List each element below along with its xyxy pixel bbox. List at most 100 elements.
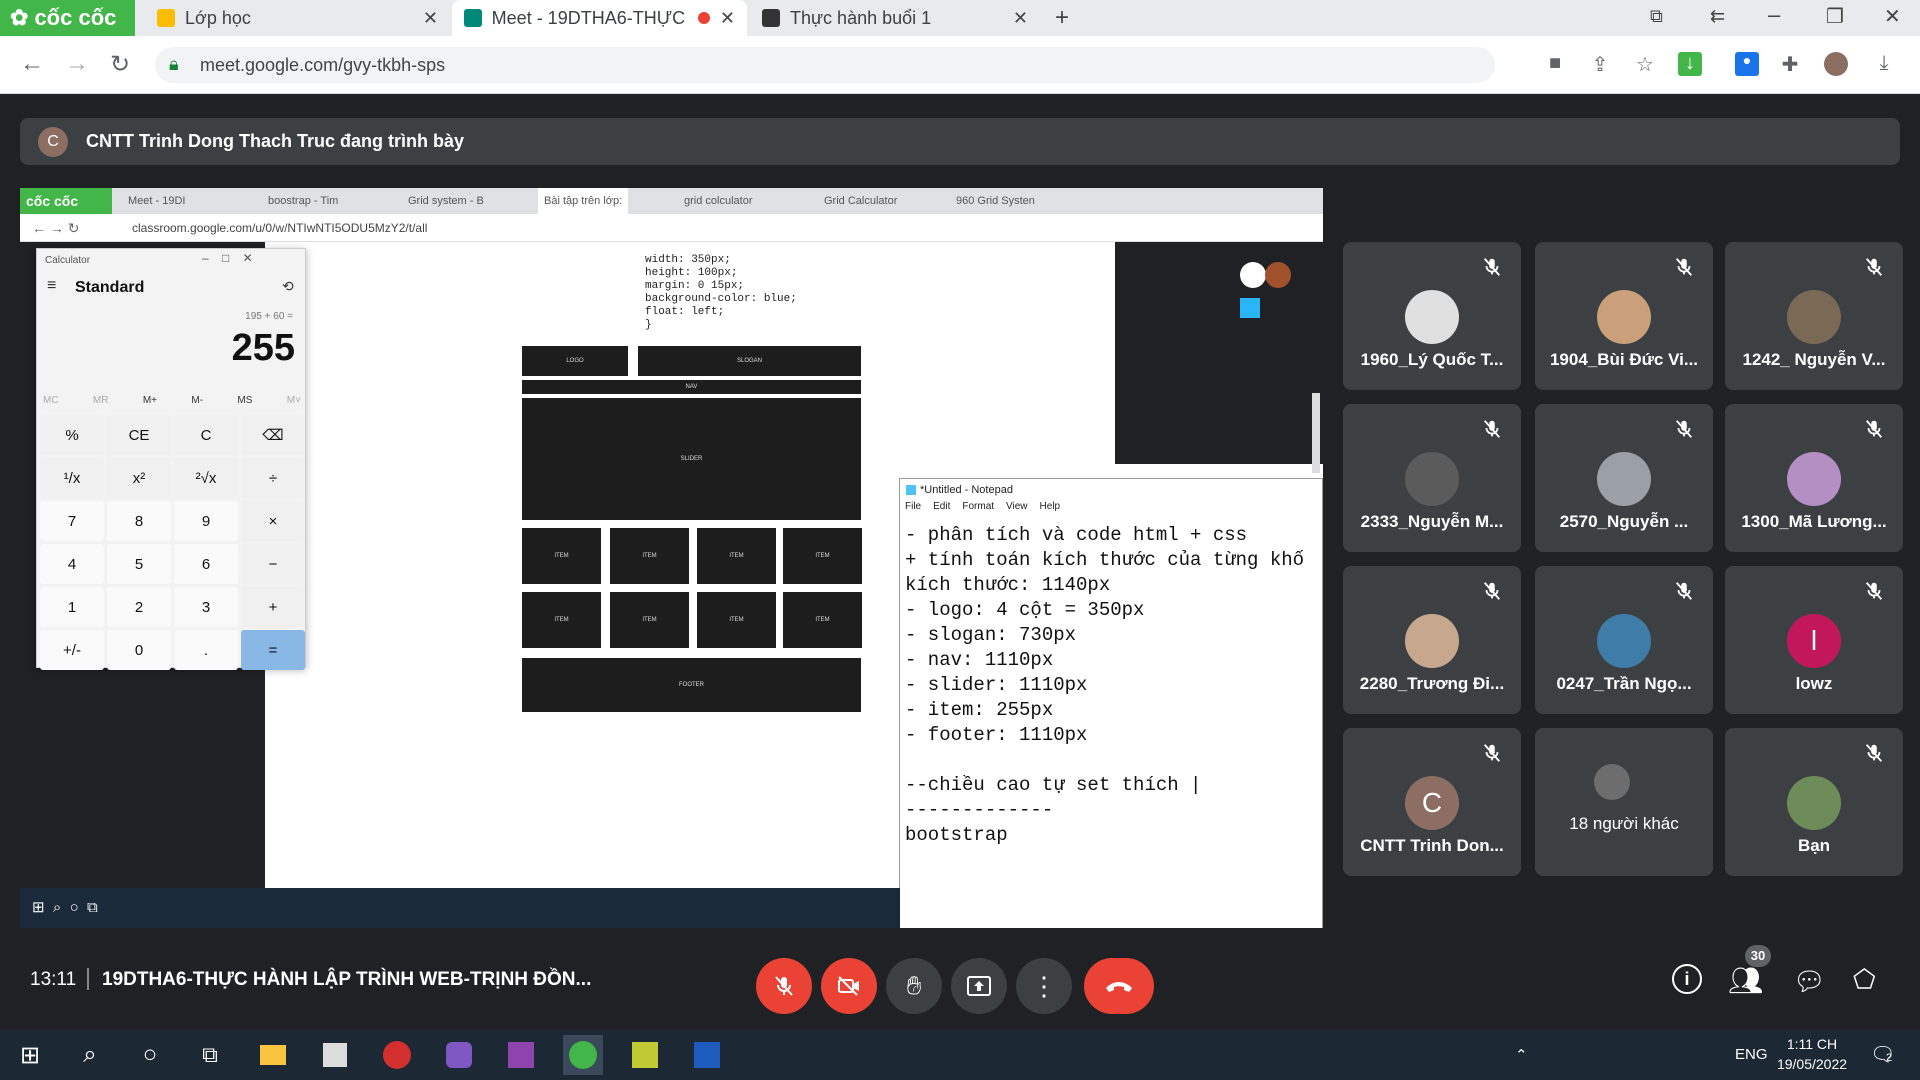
tray-icons[interactable]: ⌃ [1515, 1046, 1528, 1064]
file-explorer-icon[interactable] [253, 1035, 293, 1075]
presenter-avatar: C [38, 126, 68, 157]
menu-icon: ≡ [47, 277, 57, 294]
notepad-menu-item: File [905, 501, 922, 512]
calc-key: . [174, 630, 238, 670]
camera-off-button[interactable] [821, 958, 877, 1014]
activities-icon[interactable]: ⬠ [1853, 964, 1876, 995]
calc-key: 4 [40, 544, 104, 584]
task-view-icon[interactable]: ⧉ [190, 1035, 230, 1075]
coccoc-logo[interactable]: ✿ cốc cốc [0, 0, 135, 36]
participant-tile[interactable]: C CNTT Trinh Don... [1343, 728, 1521, 876]
coccoc-icon: ✿ [10, 5, 29, 30]
mic-off-icon [775, 976, 793, 996]
close-icon[interactable]: ✕ [1013, 8, 1028, 29]
close-icon[interactable]: ✕ [423, 8, 438, 29]
start-button[interactable]: ⊞ [10, 1035, 50, 1075]
tab-thuc-hanh[interactable]: Thực hành buổi 1 ✕ [750, 0, 1040, 36]
calc-key: 6 [174, 544, 238, 584]
recording-icon [698, 12, 710, 24]
presenting-banner: C CNTT Trinh Dong Thach Truc đang trình … [20, 118, 1900, 165]
restore-button[interactable]: ❐ [1826, 4, 1844, 29]
present-button[interactable] [951, 958, 1007, 1014]
more-options-button[interactable]: ⋮ [1016, 958, 1072, 1014]
notification-count: 2 [1886, 1052, 1893, 1064]
raise-hand-button[interactable]: ✋︎ [886, 958, 942, 1014]
clock[interactable]: 1:11 CH 19/05/2022 [1768, 1036, 1856, 1072]
participant-tile[interactable]: 2280_Trương Đi... [1343, 566, 1521, 714]
reload-button[interactable]: ↻ [110, 50, 130, 79]
shared-tab: Grid Calculator [818, 188, 903, 214]
shared-nav-icons: ← → ↻ [32, 220, 80, 236]
participant-tile[interactable]: Bạn [1725, 728, 1903, 876]
memory-row: MC MR M+ M- MS M˅ [43, 395, 301, 406]
calc-key: CE [107, 415, 171, 455]
css-code-snippet: width: 350px; height: 100px; margin: 0 1… [645, 254, 797, 331]
participant-tile[interactable]: 2333_Nguyễn M... [1343, 404, 1521, 552]
back-button[interactable]: ← [20, 50, 44, 78]
search-tabs-icon[interactable]: ⧉ [1650, 6, 1663, 27]
calc-key: + [241, 587, 305, 627]
camera-icon[interactable]: ■ [1543, 52, 1567, 76]
app-g-icon[interactable] [377, 1035, 417, 1075]
language-indicator[interactable]: ENG [1735, 1046, 1768, 1063]
participant-avatar [1594, 764, 1630, 800]
present-icon [967, 976, 991, 996]
wire-slogan: SLOGAN [638, 346, 861, 376]
store-icon[interactable] [315, 1035, 355, 1075]
calc-key: − [241, 544, 305, 584]
profile-avatar[interactable] [1824, 52, 1848, 76]
wire-item: ITEM [522, 528, 601, 584]
participant-name: 0247_Trần Ngọ... [1556, 674, 1692, 693]
participant-tile[interactable]: 1242_ Nguyễn V... [1725, 242, 1903, 390]
download-ext-icon[interactable]: ↓ [1678, 52, 1702, 76]
participant-tile[interactable]: 1300_Mã Lương... [1725, 404, 1903, 552]
cortana-icon[interactable]: ○ [130, 1035, 170, 1075]
participant-tile[interactable]: l lowz [1725, 566, 1903, 714]
visual-studio-icon[interactable] [501, 1035, 541, 1075]
url-input[interactable]: 🔒︎ meet.google.com/gvy-tkbh-sps [155, 47, 1495, 83]
mic-off-button[interactable] [756, 958, 812, 1014]
wire-label: LOGO [566, 358, 584, 364]
participant-avatar [1597, 290, 1651, 344]
tab-lop-hoc[interactable]: Lớp học ✕ [145, 0, 450, 36]
puzzle-icon[interactable]: ✚ [1778, 52, 1802, 76]
word-icon[interactable] [687, 1035, 727, 1075]
clock-date: 19/05/2022 [1776, 1056, 1848, 1072]
notepad-title: *Untitled - Notepad [920, 484, 1013, 496]
shared-tab-label: grid colculator [684, 195, 753, 207]
leave-call-button[interactable] [1084, 958, 1154, 1014]
search-icon[interactable]: ⌕ [70, 1035, 110, 1075]
star-icon[interactable]: ☆ [1633, 52, 1657, 76]
close-icon[interactable]: ✕ [720, 8, 735, 29]
chat-icon[interactable]: 💬︎ [1793, 966, 1826, 997]
extension-icon[interactable]: ● [1735, 52, 1759, 76]
coccoc-taskbar-icon[interactable] [563, 1035, 603, 1075]
forward-button[interactable]: → [65, 50, 89, 78]
calc-key: ¹/x [40, 458, 104, 498]
memory-key: M˅ [286, 395, 301, 406]
tab-meet[interactable]: Meet - 19DTHA6-THỰC H ✕ [452, 0, 747, 36]
participant-tile[interactable]: 18 người khác [1535, 728, 1713, 876]
calc-key: % [40, 415, 104, 455]
app-icon[interactable] [625, 1035, 665, 1075]
notepad-menu-item: Help [1039, 501, 1061, 512]
back-tab-icon[interactable]: ⇇ [1710, 6, 1725, 27]
app-podcast-icon[interactable] [439, 1035, 479, 1075]
people-button[interactable]: 👥︎ [1728, 964, 1764, 997]
close-window-button[interactable]: ✕ [1884, 4, 1901, 29]
meeting-time: 13:11 [30, 969, 77, 990]
participant-tile[interactable]: 1960_Lý Quốc T... [1343, 242, 1521, 390]
participant-name: 1960_Lý Quốc T... [1360, 350, 1504, 369]
participant-name: 2280_Trương Đi... [1359, 674, 1505, 693]
participant-tile[interactable]: 0247_Trần Ngọ... [1535, 566, 1713, 714]
participant-tile[interactable]: 1904_Bùi Đức Vi... [1535, 242, 1713, 390]
share-icon[interactable]: ⇪ [1588, 52, 1612, 76]
new-tab-button[interactable]: + [1055, 4, 1069, 32]
participant-avatar [1405, 614, 1459, 668]
hang-up-icon [1106, 982, 1132, 992]
participant-tile[interactable]: 2570_Nguyễn ... [1535, 404, 1713, 552]
people-count-badge: 30 [1745, 945, 1771, 967]
downloads-icon[interactable]: ⤓ [1872, 52, 1896, 76]
info-icon[interactable]: i [1672, 964, 1702, 994]
minimize-button[interactable]: – [1768, 2, 1780, 28]
